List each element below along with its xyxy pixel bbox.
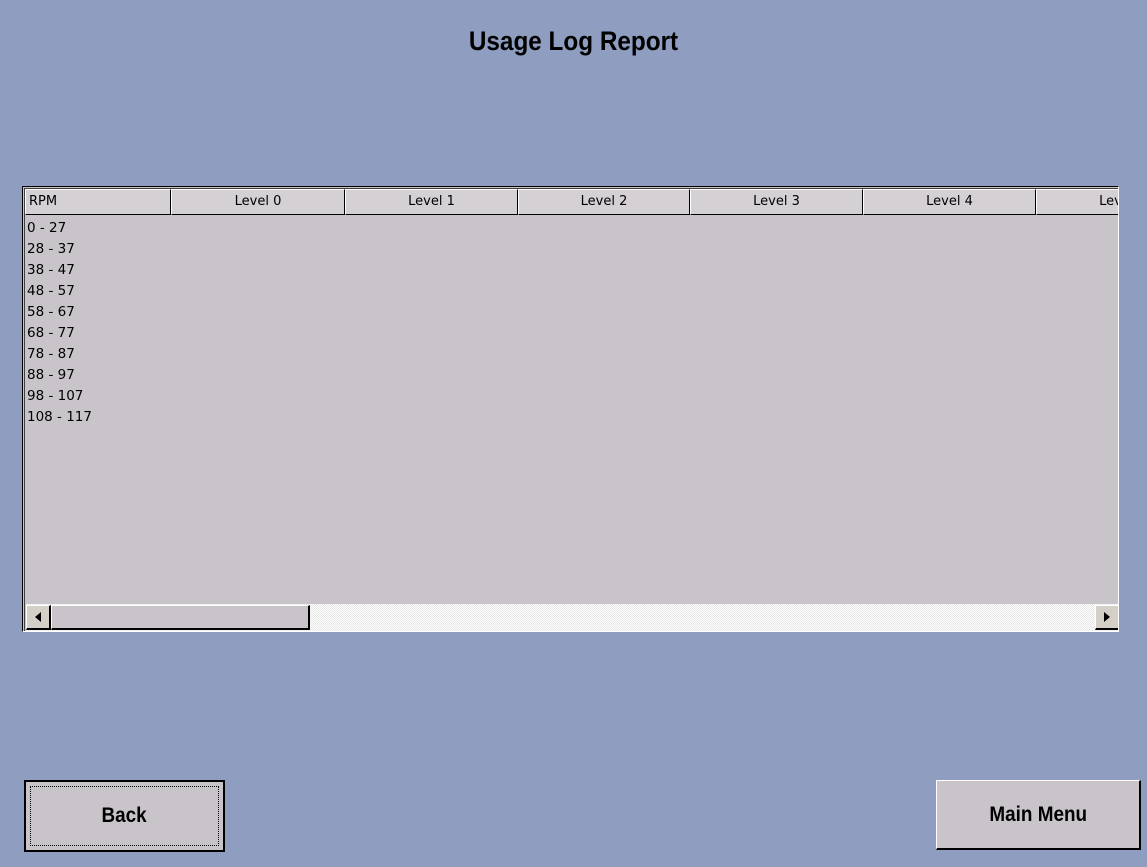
table-row[interactable]: 0 - 27: [27, 218, 92, 239]
column-header-level-4[interactable]: Level 4: [863, 189, 1036, 215]
table-row[interactable]: 68 - 77: [27, 323, 92, 344]
arrow-left-icon: [35, 612, 41, 622]
table-row[interactable]: 58 - 67: [27, 302, 92, 323]
table-row[interactable]: 88 - 97: [27, 365, 92, 386]
horizontal-scrollbar[interactable]: [26, 604, 1118, 631]
column-header-rpm[interactable]: RPM: [25, 189, 171, 215]
usage-log-table[interactable]: RPM Level 0 Level 1 Level 2 Level 3 Leve…: [22, 186, 1119, 632]
column-header-level-0[interactable]: Level 0: [171, 189, 345, 215]
column-header-level-2[interactable]: Level 2: [518, 189, 690, 215]
main-menu-button[interactable]: Main Menu: [936, 780, 1141, 850]
table-row[interactable]: 98 - 107: [27, 386, 92, 407]
scroll-left-button[interactable]: [26, 605, 51, 630]
table-body: 0 - 27 28 - 37 38 - 47 48 - 57 58 - 67 6…: [27, 218, 92, 428]
scrollbar-thumb[interactable]: [51, 605, 310, 630]
table-row[interactable]: 48 - 57: [27, 281, 92, 302]
scroll-right-button[interactable]: [1095, 605, 1118, 630]
main-menu-button-label: Main Menu: [989, 802, 1087, 826]
back-button[interactable]: Back: [24, 780, 225, 852]
column-header-level-1[interactable]: Level 1: [345, 189, 518, 215]
table-row[interactable]: 38 - 47: [27, 260, 92, 281]
column-header-level-3[interactable]: Level 3: [690, 189, 863, 215]
table-row[interactable]: 108 - 117: [27, 407, 92, 428]
column-header-level-5[interactable]: Level 5: [1036, 189, 1118, 215]
arrow-right-icon: [1104, 612, 1110, 622]
back-button-label: Back: [101, 804, 148, 827]
page-title: Usage Log Report: [468, 26, 679, 56]
table-row[interactable]: 28 - 37: [27, 239, 92, 260]
table-row[interactable]: 78 - 87: [27, 344, 92, 365]
